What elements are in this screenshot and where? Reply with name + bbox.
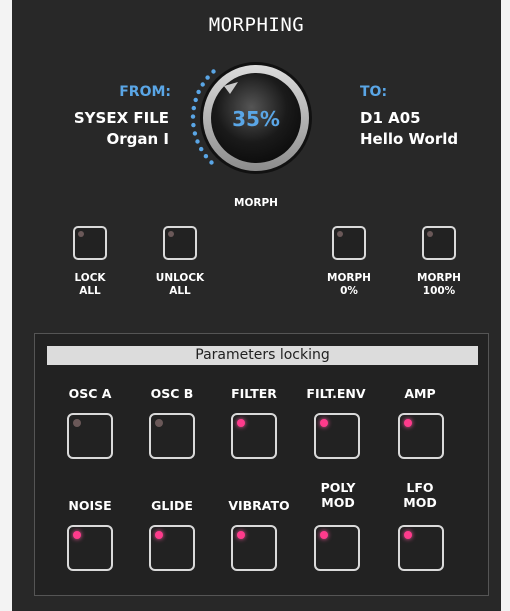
osc-b-label: OSC B bbox=[150, 386, 194, 401]
lock-all-led bbox=[78, 231, 84, 237]
morph-knob[interactable]: 35% bbox=[188, 48, 324, 196]
knob-level-tick bbox=[203, 154, 209, 159]
knob-level-tick bbox=[209, 160, 214, 165]
knob-level-tick bbox=[196, 89, 201, 95]
unlock-all-button[interactable] bbox=[163, 226, 197, 260]
to-label: TO: bbox=[360, 84, 388, 100]
lock-osc-a-button[interactable] bbox=[67, 413, 113, 459]
knob-level-tick bbox=[211, 69, 216, 74]
knob-level-tick bbox=[200, 82, 205, 87]
lock-vibrato-button[interactable] bbox=[231, 525, 277, 571]
glide-led bbox=[155, 531, 163, 539]
lock-poly-mod-button[interactable] bbox=[314, 525, 360, 571]
amp-label: AMP bbox=[404, 386, 436, 401]
morph-100-button[interactable] bbox=[422, 226, 456, 260]
osc-a-led bbox=[73, 419, 81, 427]
lock-filt-env-button[interactable] bbox=[314, 413, 360, 459]
lock-lfo-mod-button[interactable] bbox=[398, 525, 444, 571]
lfo-mod-label: LFO MOD bbox=[403, 480, 437, 510]
noise-label: NOISE bbox=[68, 498, 112, 513]
knob-level-tick bbox=[195, 139, 200, 144]
knob-level-tick bbox=[192, 131, 198, 136]
filter-led bbox=[237, 419, 245, 427]
parameters-locking-header: Parameters locking bbox=[47, 346, 478, 365]
morph-100-led bbox=[427, 231, 433, 237]
filt-env-label: FILT.ENV bbox=[306, 386, 366, 401]
glide-label: GLIDE bbox=[151, 498, 193, 513]
morph-0-led bbox=[337, 231, 343, 237]
unlock-all-led bbox=[168, 231, 174, 237]
lock-noise-button[interactable] bbox=[67, 525, 113, 571]
knob-level-tick bbox=[193, 97, 198, 103]
lock-all-label: LOCK ALL bbox=[74, 272, 106, 297]
knob-level-tick bbox=[205, 75, 210, 80]
morph-knob-label: MORPH bbox=[234, 197, 278, 209]
lock-osc-b-button[interactable] bbox=[149, 413, 195, 459]
lock-amp-button[interactable] bbox=[398, 413, 444, 459]
morph-0-label: MORPH 0% bbox=[327, 272, 371, 297]
poly-mod-led bbox=[320, 531, 328, 539]
from-label: FROM: bbox=[119, 84, 171, 100]
unlock-all-label: UNLOCK ALL bbox=[155, 272, 205, 297]
knob-level-tick bbox=[199, 146, 204, 152]
from-source: SYSEX FILE bbox=[73, 109, 169, 127]
lfo-mod-led bbox=[404, 531, 412, 539]
filt-env-led bbox=[320, 419, 328, 427]
morph-0-button[interactable] bbox=[332, 226, 366, 260]
knob-level-tick bbox=[191, 105, 196, 111]
poly-mod-label: POLY MOD bbox=[320, 480, 356, 510]
from-patch: Organ I bbox=[106, 130, 170, 148]
panel-title: MORPHING bbox=[208, 14, 305, 36]
to-source: D1 A05 bbox=[360, 109, 421, 127]
to-patch: Hello World bbox=[360, 130, 459, 148]
morph-value: 35% bbox=[232, 107, 280, 131]
morph-100-label: MORPH 100% bbox=[417, 272, 461, 297]
amp-led bbox=[404, 419, 412, 427]
knob-level-tick bbox=[190, 114, 196, 119]
lock-filter-button[interactable] bbox=[231, 413, 277, 459]
noise-led bbox=[73, 531, 81, 539]
knob-level-tick bbox=[191, 122, 196, 128]
vibrato-led bbox=[237, 531, 245, 539]
lock-glide-button[interactable] bbox=[149, 525, 195, 571]
filter-label: FILTER bbox=[231, 386, 277, 401]
osc-b-led bbox=[155, 419, 163, 427]
osc-a-label: OSC A bbox=[68, 386, 112, 401]
lock-all-button[interactable] bbox=[73, 226, 107, 260]
vibrato-label: VIBRATO bbox=[228, 498, 290, 513]
